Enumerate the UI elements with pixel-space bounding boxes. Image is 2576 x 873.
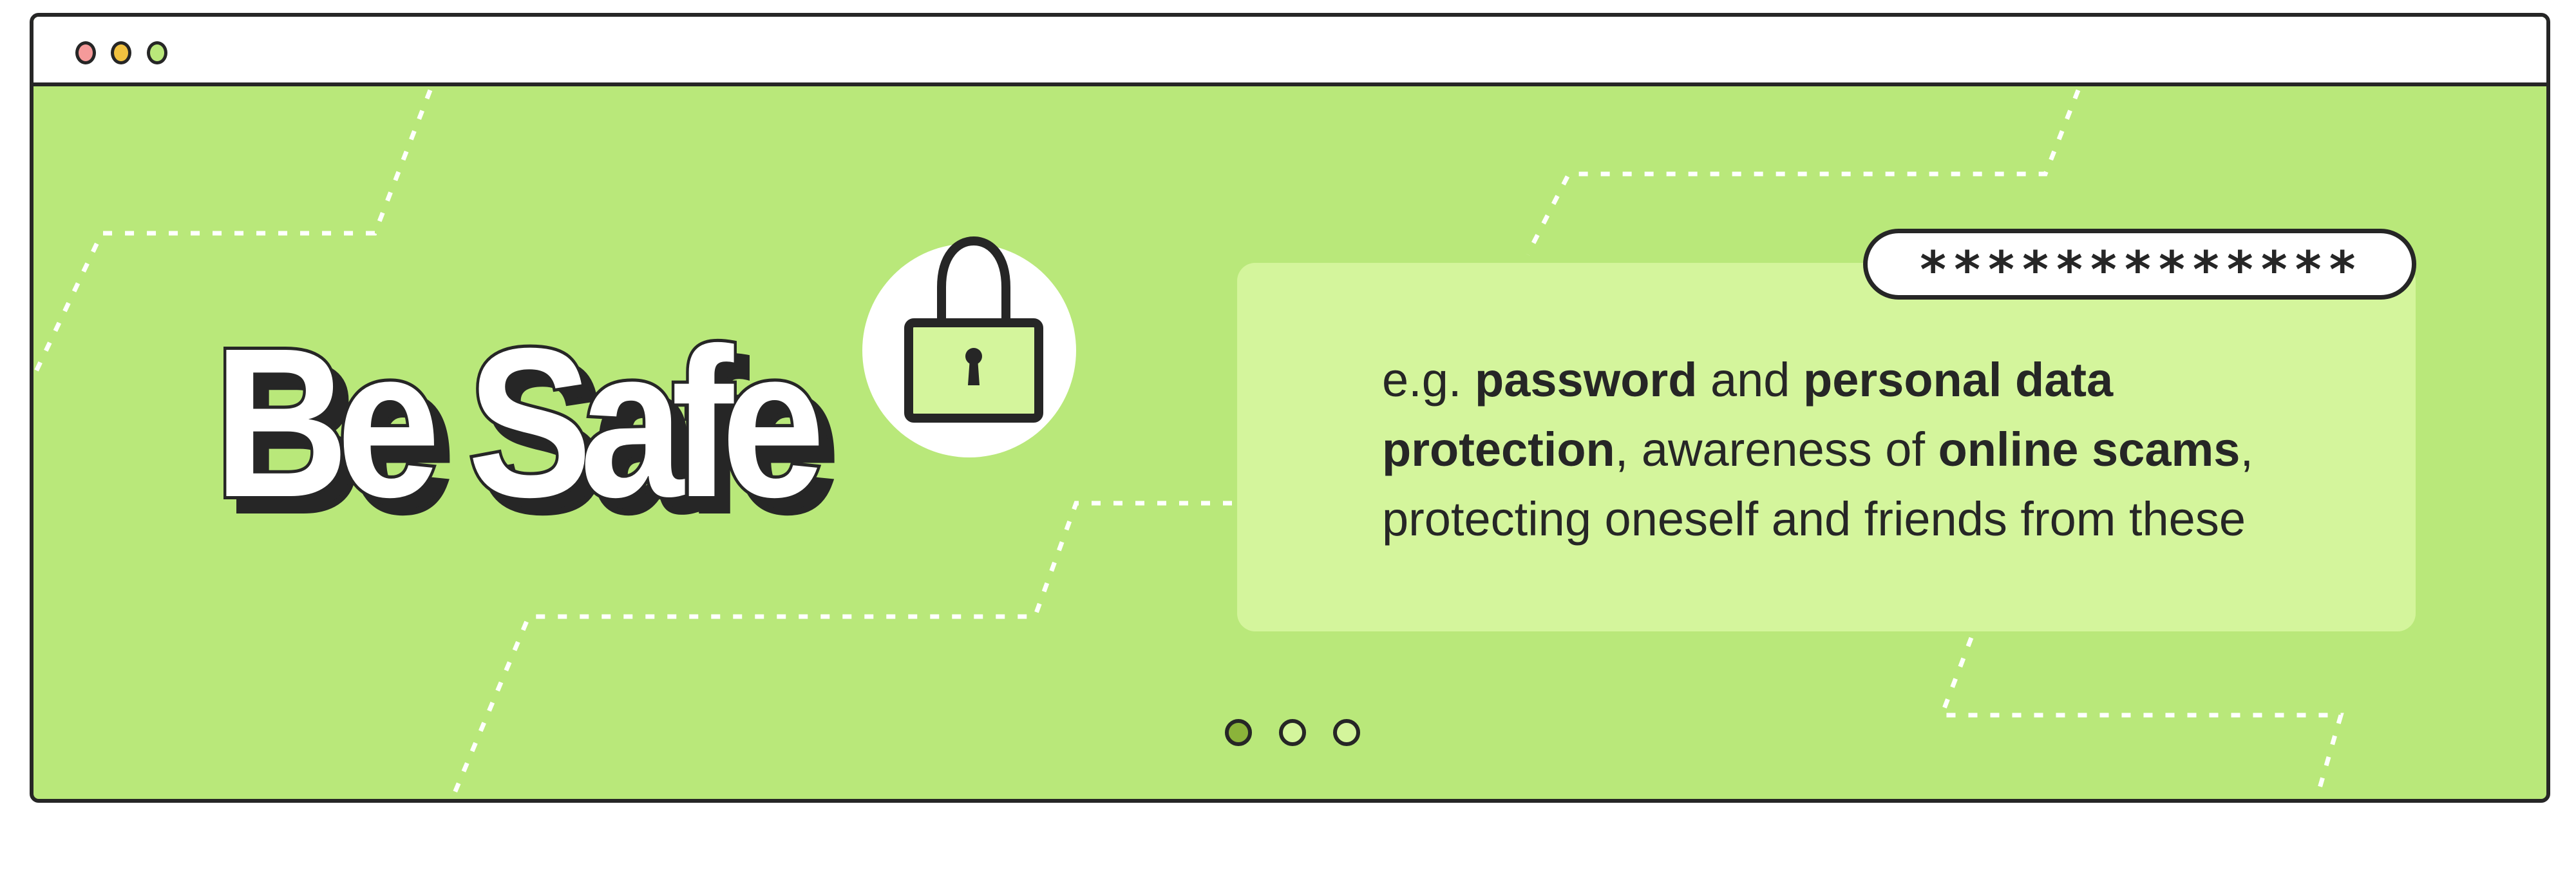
dotted-line (1938, 637, 2344, 799)
body-text: e.g. (1382, 353, 1475, 407)
pagination-dot-active[interactable] (1225, 719, 1252, 746)
pagination-dot[interactable] (1333, 719, 1360, 746)
pagination-dot[interactable] (1279, 719, 1306, 746)
emphasis-text: online scams (1938, 423, 2240, 476)
body-text: and (1697, 353, 1804, 407)
hero-title: Be Safe Be Safe (211, 300, 954, 559)
info-card-text: e.g. password and personal data protecti… (1382, 345, 2348, 554)
hero-title-text: Be Safe (211, 300, 828, 544)
emphasis-text: password (1475, 353, 1698, 407)
password-field[interactable]: ************* (1863, 229, 2416, 300)
info-card: e.g. password and personal data protecti… (1237, 263, 2416, 631)
body-text: , awareness of (1615, 423, 1938, 476)
browser-window: Be Safe Be Safe e.g. password and person… (30, 13, 2550, 803)
